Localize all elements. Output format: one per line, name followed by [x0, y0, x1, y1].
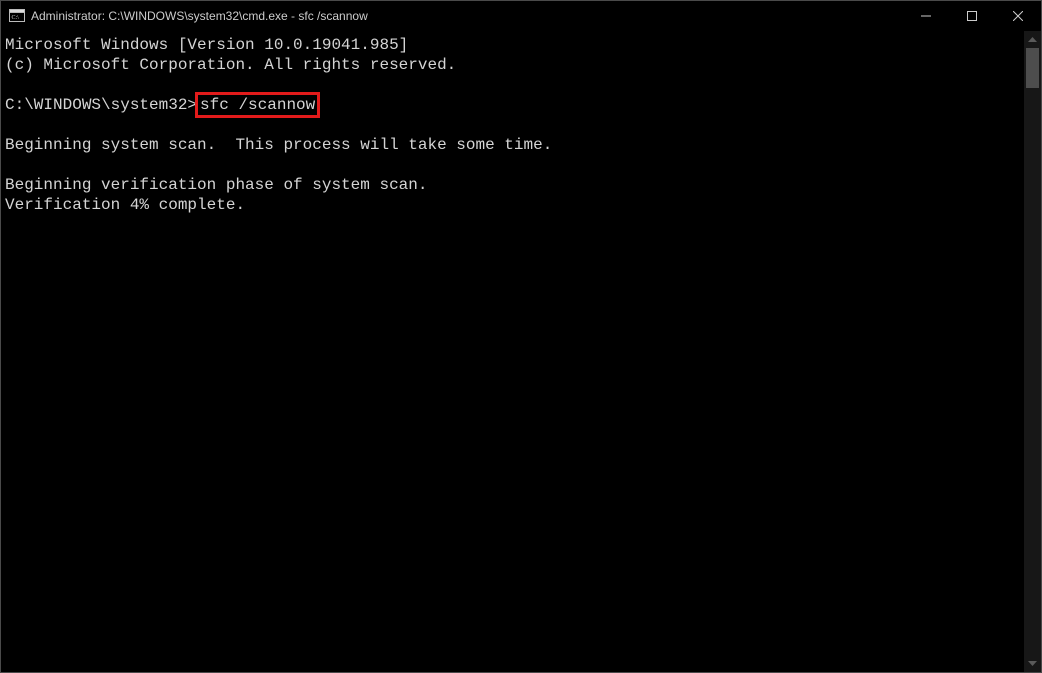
- window-controls: [903, 1, 1041, 31]
- vertical-scrollbar[interactable]: [1024, 31, 1041, 672]
- console-line: Beginning verification phase of system s…: [5, 176, 427, 194]
- command-highlight: sfc /scannow: [195, 92, 320, 118]
- console-line: Microsoft Windows [Version 10.0.19041.98…: [5, 36, 408, 54]
- console-line: (c) Microsoft Corporation. All rights re…: [5, 56, 456, 74]
- cmd-window: C:\ Administrator: C:\WINDOWS\system32\c…: [0, 0, 1042, 673]
- console-line: Beginning system scan. This process will…: [5, 136, 552, 154]
- scroll-up-icon[interactable]: [1024, 31, 1041, 48]
- svg-text:C:\: C:\: [12, 15, 20, 21]
- scroll-thumb[interactable]: [1026, 48, 1039, 88]
- scroll-down-icon[interactable]: [1024, 655, 1041, 672]
- console-line: Verification 4% complete.: [5, 196, 245, 214]
- content-area: Microsoft Windows [Version 10.0.19041.98…: [1, 31, 1041, 672]
- command-text: sfc /scannow: [200, 96, 315, 114]
- console-prompt: C:\WINDOWS\system32>: [5, 96, 197, 114]
- scroll-track[interactable]: [1024, 48, 1041, 655]
- minimize-button[interactable]: [903, 1, 949, 31]
- maximize-button[interactable]: [949, 1, 995, 31]
- window-title: Administrator: C:\WINDOWS\system32\cmd.e…: [31, 9, 368, 23]
- console-output[interactable]: Microsoft Windows [Version 10.0.19041.98…: [1, 31, 1024, 672]
- cmd-icon: C:\: [9, 8, 25, 24]
- close-button[interactable]: [995, 1, 1041, 31]
- titlebar[interactable]: C:\ Administrator: C:\WINDOWS\system32\c…: [1, 1, 1041, 31]
